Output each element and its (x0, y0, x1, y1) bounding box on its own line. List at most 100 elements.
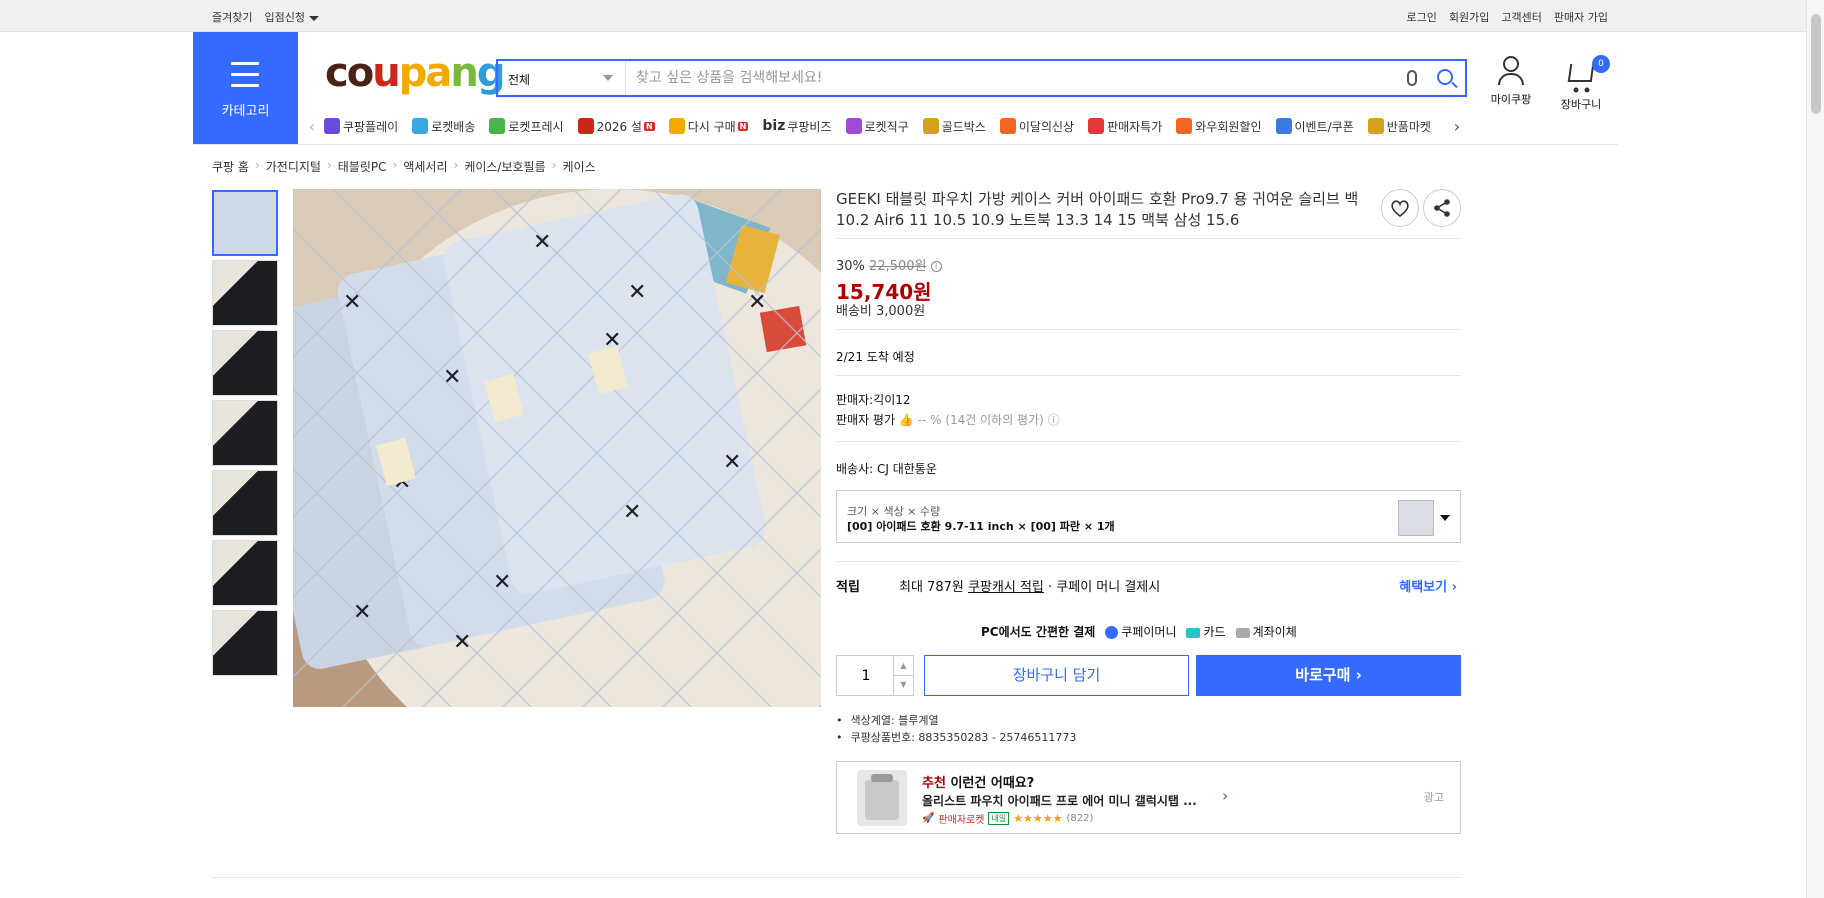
payment-methods: PC에서도 간편한 결제 쿠페이머니 카드 계좌이체 (981, 623, 1297, 640)
nav-item[interactable]: 이달의신상 (999, 118, 1074, 135)
original-price: 22,500원 (869, 259, 927, 274)
product-attributes: 색상계열: 블루계열 쿠팡상품번호: 8835350283 - 25746511… (836, 712, 1077, 746)
recommendation-ad[interactable]: 추천 이런건 어때요? 올리스트 파우치 아이패드 프로 에어 미니 갤럭시탭 … (836, 761, 1461, 834)
nav-item[interactable]: 로켓프레시 (489, 118, 564, 135)
category-label: 카테고리 (221, 104, 270, 119)
divider (836, 329, 1461, 330)
increment-icon[interactable]: ▲ (893, 656, 913, 676)
signup-link[interactable]: 회원가입 (1449, 9, 1489, 25)
mycoupang-button[interactable]: 마이쿠팡 (1486, 56, 1536, 107)
logo-letter: a (425, 50, 452, 96)
shipping-fee: 배송비 3,000원 (836, 304, 926, 319)
product-thumbnail[interactable] (212, 260, 278, 326)
chevron-down-icon (603, 75, 613, 81)
customer-center-link[interactable]: 고객센터 (1501, 9, 1541, 25)
breadcrumb-item[interactable]: 가전디지털 (266, 158, 321, 175)
nav-prev-icon[interactable]: ‹ (300, 117, 324, 136)
seller-rating-label: 판매자 평가 (836, 413, 896, 427)
card-label: 카드 (1203, 625, 1226, 639)
nav-item-label: 쿠팡플레이 (343, 119, 399, 134)
seller-signup-link[interactable]: 판매자 가입 (1554, 9, 1608, 25)
option-value: [00] 아이패드 호환 9.7-11 inch × [00] 파란 × 1개 (847, 520, 1115, 533)
breadcrumb-item[interactable]: 케이스/보호필름 (464, 158, 545, 175)
product-thumbnail[interactable] (212, 400, 278, 466)
coupang-logo[interactable]: coupang (325, 50, 505, 96)
benefits-link[interactable]: 혜택보기 › (1399, 576, 1457, 595)
coupay-label: 쿠페이머니 (1121, 625, 1177, 639)
favorites-link[interactable]: 즐겨찾기 (212, 9, 252, 25)
product-thumbnail[interactable] (212, 330, 278, 396)
thumbs-up-icon: 👍 (898, 413, 914, 427)
nav-item[interactable]: 반품마켓 (1367, 118, 1431, 135)
buy-now-button[interactable]: 바로구매 › (1196, 655, 1461, 696)
search-input[interactable] (636, 61, 1396, 95)
nav-item[interactable]: 로켓직구 (845, 118, 909, 135)
logo-letter: c (325, 50, 349, 96)
product-main-image[interactable]: ✕ ✕ ✕ ✕ ✕ ✕ ✕ ✕ ✕ ✕ ✕ ✕ (293, 189, 821, 707)
nav-item-icon (1176, 118, 1193, 134)
reward-link[interactable]: 쿠팡캐시 적립 (968, 580, 1044, 595)
scrollbar-thumb[interactable] (1811, 14, 1821, 114)
search-scope-select[interactable]: 전체 (498, 61, 626, 95)
new-badge: N (737, 121, 749, 131)
scrollbar[interactable] (1806, 0, 1824, 898)
seller-apply-link[interactable]: 입점신청 (264, 9, 319, 25)
cart-button[interactable]: 0 장바구니 (1556, 55, 1610, 112)
decrement-icon[interactable]: ▼ (893, 675, 913, 695)
divider (212, 877, 1462, 878)
nav-item[interactable]: 골드박스 (922, 118, 986, 135)
breadcrumb-item[interactable]: 액세서리 (403, 158, 447, 175)
new-badge: N (643, 121, 655, 131)
breadcrumb-separator-icon: › (551, 158, 557, 172)
product-thumbnail[interactable] (212, 540, 278, 606)
product-thumbnail[interactable] (212, 190, 278, 256)
cart-label: 장바구니 (1560, 98, 1602, 111)
nav-item[interactable]: 판매자특가 (1088, 118, 1162, 135)
nav-item-icon (1088, 118, 1105, 134)
microphone-icon[interactable] (1407, 70, 1417, 86)
reward-condition: · 쿠페이 머니 결제시 (1048, 580, 1161, 595)
thumbnail-list (212, 190, 278, 680)
breadcrumb-item[interactable]: 태블릿PC (338, 158, 387, 175)
nav-item-icon (412, 118, 429, 134)
favorite-button[interactable] (1381, 189, 1419, 227)
nav-item-label: 로켓프레시 (508, 119, 564, 134)
chevron-down-icon (1440, 515, 1450, 521)
nav-next-icon[interactable]: › (1445, 117, 1469, 136)
info-icon[interactable]: i (930, 261, 942, 272)
breadcrumb-item[interactable]: 쿠팡 홈 (212, 158, 249, 175)
login-link[interactable]: 로그인 (1407, 9, 1437, 25)
nav-item[interactable]: biz 쿠팡비즈 (762, 118, 831, 135)
search-icon[interactable] (1437, 69, 1453, 85)
logo-letter: u (372, 50, 401, 96)
breadcrumb-item[interactable]: 케이스 (562, 158, 595, 175)
nav-item[interactable]: 다시 구매 N (668, 118, 749, 135)
share-button[interactable] (1423, 189, 1461, 227)
nav-item-icon (922, 118, 939, 134)
nav-item[interactable]: 2026 설N (577, 118, 655, 135)
top-utility-bar: 즐겨찾기 입점신청 로그인 회원가입 고객센터 판매자 가입 (0, 0, 1806, 32)
info-icon[interactable]: ⓘ (1048, 413, 1060, 427)
ad-meta: 🚀 판매자로켓 내일 ★★★★★ (822) (922, 811, 1093, 826)
nav-item[interactable]: 쿠팡플레이 (324, 118, 398, 135)
nav-item[interactable]: 와우회원할인 (1176, 118, 1262, 135)
breadcrumb-separator-icon: › (326, 158, 332, 172)
quantity-input[interactable] (837, 656, 895, 695)
list-item: 색상계열: 블루계열 (836, 712, 1076, 729)
category-button[interactable]: 카테고리 (193, 32, 298, 144)
seller-name[interactable]: 판매자:긱이12 (836, 391, 911, 408)
option-select[interactable]: 크기 × 색상 × 수량 [00] 아이패드 호환 9.7-11 inch × … (836, 490, 1461, 543)
coupay-money: 쿠페이머니 (1105, 623, 1176, 640)
nav-item[interactable]: 로켓배송 (412, 118, 475, 135)
chevron-right-icon[interactable]: › (1222, 786, 1228, 805)
nav-item-label: 로켓직구 (864, 119, 909, 134)
arrival-date: 2/21 도착 예정 (836, 350, 915, 364)
nav-item[interactable]: 이벤트/쿠폰 (1275, 118, 1354, 135)
product-thumbnail[interactable] (212, 470, 278, 536)
chevron-down-icon (308, 15, 319, 21)
quantity-stepper: ▲ ▼ (836, 655, 914, 696)
add-to-cart-button[interactable]: 장바구니 담기 (924, 655, 1189, 696)
product-thumbnail[interactable] (212, 610, 278, 676)
seller-rocket-badge: 판매자로켓 (938, 815, 985, 826)
nav-item-icon (1367, 118, 1384, 134)
